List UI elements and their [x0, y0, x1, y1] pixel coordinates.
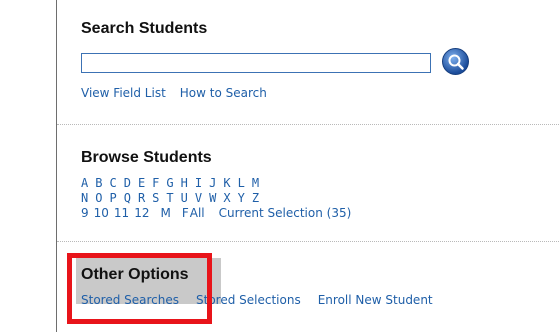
letter-link[interactable]: K: [223, 176, 230, 190]
letter-link[interactable]: R: [138, 191, 145, 205]
letter-link[interactable]: D: [124, 176, 131, 190]
letter-link[interactable]: E: [138, 176, 145, 190]
letter-link[interactable]: Z: [252, 191, 259, 205]
grade-12-link[interactable]: 12: [134, 206, 149, 220]
letter-link[interactable]: S: [152, 191, 159, 205]
letter-link[interactable]: O: [95, 191, 102, 205]
how-to-search-link[interactable]: How to Search: [180, 86, 267, 100]
highlight-annotation-box: [67, 253, 212, 324]
alphabet-row-1: ABCDEFGHIJKLM: [81, 176, 259, 190]
letter-link[interactable]: G: [166, 176, 173, 190]
view-field-list-link[interactable]: View Field List: [81, 86, 166, 100]
letter-link[interactable]: V: [195, 191, 202, 205]
letter-link[interactable]: P: [109, 191, 116, 205]
letter-link[interactable]: H: [181, 176, 188, 190]
browse-students-heading: Browse Students: [81, 149, 212, 166]
letter-link[interactable]: X: [223, 191, 230, 205]
letter-link[interactable]: L: [238, 176, 245, 190]
letter-link[interactable]: Q: [124, 191, 131, 205]
all-students-link[interactable]: All: [190, 206, 205, 220]
letter-link[interactable]: A: [81, 176, 88, 190]
section-divider: [57, 124, 559, 125]
female-filter-link[interactable]: F: [182, 206, 189, 220]
enroll-new-student-link[interactable]: Enroll New Student: [318, 293, 433, 307]
current-selection-link[interactable]: Current Selection (35): [219, 206, 352, 220]
grade-10-link[interactable]: 10: [94, 206, 109, 220]
filter-row: 9 10 11 12 M F All Current Selection (35…: [81, 206, 351, 220]
letter-link[interactable]: J: [209, 176, 216, 190]
search-links: View Field List How to Search: [81, 86, 267, 100]
grade-11-link[interactable]: 11: [114, 206, 129, 220]
search-students-heading: Search Students: [81, 20, 208, 37]
letter-link[interactable]: B: [95, 176, 102, 190]
grade-9-link[interactable]: 9: [81, 206, 89, 220]
search-button[interactable]: [442, 48, 469, 75]
letter-link[interactable]: M: [252, 176, 259, 190]
letter-link[interactable]: T: [166, 191, 173, 205]
letter-link[interactable]: Y: [238, 191, 245, 205]
letter-link[interactable]: N: [81, 191, 88, 205]
search-input[interactable]: [81, 53, 431, 73]
letter-link[interactable]: W: [209, 191, 216, 205]
alphabet-row-2: NOPQRSTUVWXYZ: [81, 191, 259, 205]
letter-link[interactable]: C: [109, 176, 116, 190]
letter-link[interactable]: U: [181, 191, 188, 205]
magnifier-icon: [448, 54, 464, 70]
letter-link[interactable]: I: [195, 176, 202, 190]
male-filter-link[interactable]: M: [160, 206, 170, 220]
section-divider: [57, 241, 559, 242]
letter-link[interactable]: F: [152, 176, 159, 190]
